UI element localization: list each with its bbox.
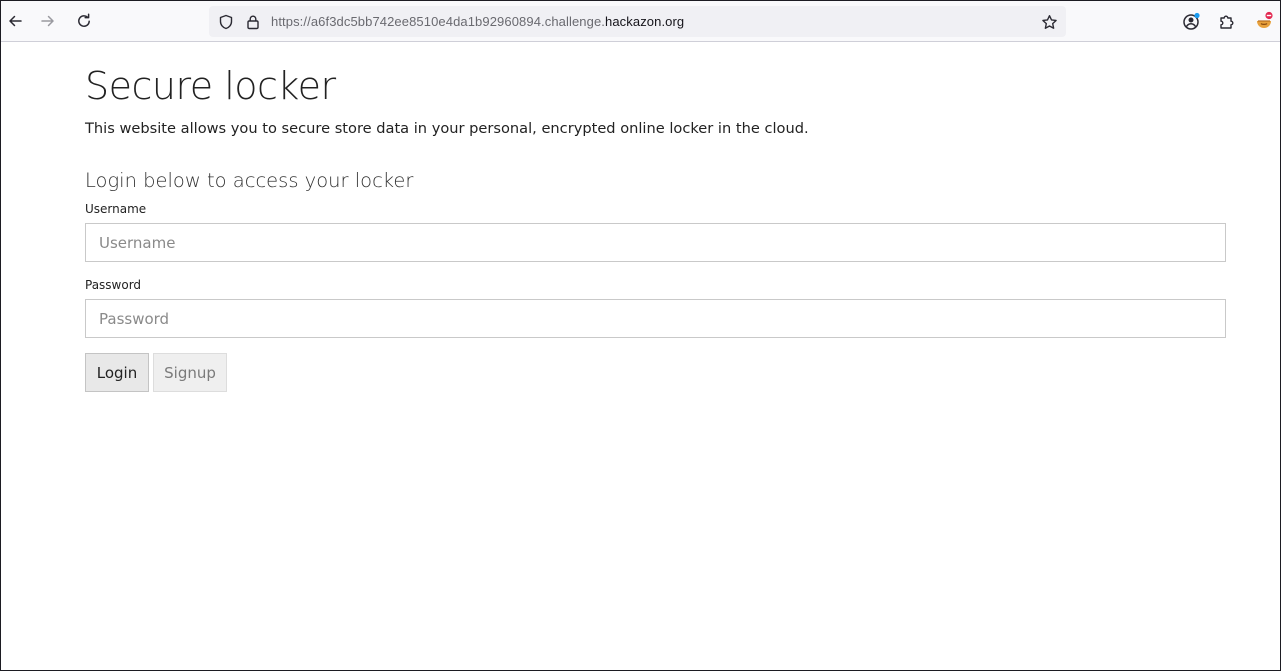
password-input[interactable] xyxy=(85,299,1226,338)
username-label: Username xyxy=(85,202,147,216)
addon-icon[interactable] xyxy=(1250,7,1278,35)
reload-icon[interactable] xyxy=(70,7,98,35)
url-host: hackazon.org xyxy=(605,14,685,29)
signup-button[interactable]: Signup xyxy=(153,353,227,392)
page-title: Secure locker xyxy=(85,64,336,108)
address-bar[interactable]: https://a6f3dc5bb742ee8510e4da1b92960894… xyxy=(209,6,1066,37)
tracking-protection-shield-icon[interactable] xyxy=(217,13,235,31)
url-text[interactable]: https://a6f3dc5bb742ee8510e4da1b92960894… xyxy=(271,14,684,29)
forward-arrow-icon[interactable] xyxy=(34,7,62,35)
url-prefix: https://a6f3dc5bb742ee8510e4da1b92960894… xyxy=(271,14,606,29)
back-arrow-icon[interactable] xyxy=(1,7,29,35)
username-input[interactable] xyxy=(85,223,1226,262)
puzzle-icon[interactable] xyxy=(1213,7,1241,35)
browser-toolbar: https://a6f3dc5bb742ee8510e4da1b92960894… xyxy=(1,1,1280,42)
login-section-title: Login below to access your locker xyxy=(85,169,414,192)
lock-icon[interactable] xyxy=(244,13,262,31)
star-icon[interactable] xyxy=(1040,13,1058,31)
login-button[interactable]: Login xyxy=(85,353,149,392)
account-icon[interactable] xyxy=(1177,7,1205,35)
browser-window: https://a6f3dc5bb742ee8510e4da1b92960894… xyxy=(0,0,1281,671)
password-label: Password xyxy=(85,278,142,292)
page-subtitle: This website allows you to secure store … xyxy=(85,120,809,137)
